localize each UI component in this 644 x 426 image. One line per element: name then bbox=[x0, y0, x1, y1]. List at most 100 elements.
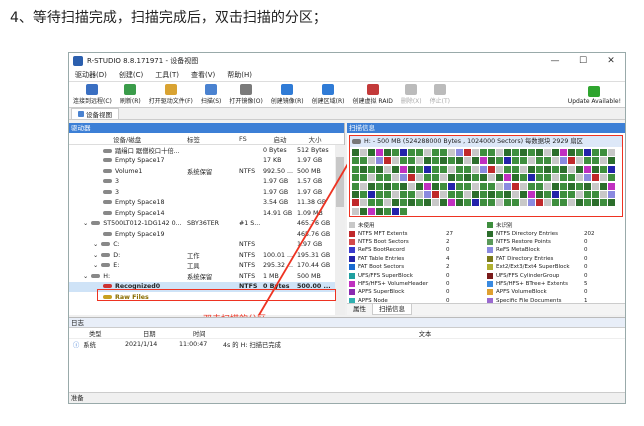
col-label[interactable]: 标签 bbox=[187, 134, 239, 144]
disk-block bbox=[504, 149, 511, 156]
disk-icon bbox=[103, 179, 112, 184]
toolbar-button[interactable]: 打开镜像(O) bbox=[225, 84, 266, 107]
menu-item[interactable]: 创建(C) bbox=[113, 70, 149, 80]
disk-block bbox=[360, 207, 367, 215]
disk-block bbox=[544, 157, 551, 165]
table-row[interactable]: ⌄ C: NTFS 1.97 GB bbox=[69, 240, 344, 251]
drives-panel: 驱动器 设备/磁盘 标签 FS 启动 大小 踏缉口 踞僧校口十倍... 0 Byt… bbox=[69, 123, 345, 315]
disk-block bbox=[496, 157, 503, 165]
chevron-icon[interactable]: ⌄ bbox=[93, 262, 98, 269]
chevron-icon[interactable]: ⌄ bbox=[93, 241, 98, 248]
log-row[interactable]: ⓘ 系统 2021/1/14 11:00:47 4s 的 H: 扫描已完成 bbox=[69, 339, 625, 350]
table-row[interactable]: Empty Space18 3.54 GB 11.38 GB bbox=[69, 198, 344, 209]
toolbar-label: 创建区域(R) bbox=[311, 98, 345, 105]
toolbar-button[interactable]: 创建镜像(R) bbox=[267, 84, 308, 107]
scan-info-panel: 扫描信息 H: - 500 MB (524288000 Bytes , 1024… bbox=[347, 123, 625, 315]
table-row[interactable]: 3 1.97 GB 1.57 GB bbox=[69, 177, 344, 188]
log-col-time[interactable]: 时间 bbox=[179, 329, 223, 338]
disk-block bbox=[560, 199, 567, 207]
disk-block bbox=[480, 157, 487, 165]
minimize-button[interactable]: — bbox=[541, 56, 569, 66]
col-start[interactable]: 启动 bbox=[263, 134, 297, 144]
table-row[interactable]: ⌄ ST500LT012-1DG142 0... SBY36TER #1 S... 46… bbox=[69, 219, 344, 230]
device-name: ST500LT012-1DG142 0... bbox=[103, 220, 182, 228]
log-col-text[interactable]: 文本 bbox=[223, 329, 625, 338]
toolbar-button[interactable]: 创建区域(R) bbox=[308, 84, 349, 107]
maximize-button[interactable]: ☐ bbox=[569, 56, 597, 66]
cell-device: ⌄ D: bbox=[69, 252, 187, 259]
disk-block bbox=[560, 165, 567, 173]
tab-properties[interactable]: 属性 bbox=[347, 304, 372, 315]
vertical-scrollbar[interactable] bbox=[335, 145, 345, 315]
col-fs[interactable]: FS bbox=[239, 135, 263, 143]
legend-label: NTFS MFT Extents bbox=[358, 230, 408, 237]
disk-block bbox=[368, 165, 375, 173]
disk-block bbox=[440, 190, 447, 198]
menu-item[interactable]: 工具(T) bbox=[149, 70, 185, 80]
chevron-icon[interactable]: ⌄ bbox=[93, 252, 98, 259]
legend-label: UFS/FFS CylinderGroup bbox=[496, 272, 560, 279]
disk-block bbox=[360, 199, 367, 207]
disk-block bbox=[400, 199, 407, 207]
table-row[interactable]: ⌄ H: 系统保留 NTFS 1 MB 500 MB bbox=[69, 271, 344, 282]
log-panel: 日志 类型 日期 时间 文本 ⓘ 系统 2021/1/14 11:00:47 4s 的 … bbox=[69, 317, 625, 393]
toolbar-button[interactable]: 连接到远程(C) bbox=[69, 84, 116, 107]
disk-block bbox=[360, 174, 367, 182]
tab-scan-info[interactable]: 扫描信息 bbox=[372, 304, 412, 315]
block-map[interactable] bbox=[352, 149, 620, 215]
menu-item[interactable]: 驱动器(D) bbox=[69, 70, 113, 80]
disk-block bbox=[448, 149, 455, 156]
legend-label: FAT Table Entries bbox=[358, 255, 405, 262]
app-logo-icon bbox=[73, 56, 83, 66]
table-row[interactable]: 踏缉口 踞僧校口十倍... 0 Bytes 512 Bytes bbox=[69, 145, 344, 156]
table-row[interactable]: Empty Space17 17 KB 1.97 GB bbox=[69, 156, 344, 167]
toolbar-button[interactable]: 创建虚拟 RAID bbox=[349, 84, 397, 107]
toolbar-button[interactable]: 扫描(S) bbox=[197, 84, 226, 107]
disk-block bbox=[480, 182, 487, 190]
disk-block bbox=[584, 157, 591, 165]
disk-block bbox=[608, 165, 615, 173]
disk-block bbox=[424, 149, 431, 156]
menu-item[interactable]: 查看(V) bbox=[185, 70, 221, 80]
disk-block bbox=[600, 165, 607, 173]
disk-block bbox=[440, 199, 447, 207]
legend-swatch bbox=[487, 230, 493, 237]
disk-block bbox=[376, 199, 383, 207]
disk-block bbox=[416, 157, 423, 165]
disk-block bbox=[520, 149, 527, 156]
table-row[interactable]: 3 1.97 GB 1.97 GB bbox=[69, 187, 344, 198]
menu-item[interactable]: 帮助(H) bbox=[221, 70, 258, 80]
toolbar-button[interactable]: 打开驱动文件(F) bbox=[145, 84, 197, 107]
legend-count: 2 bbox=[446, 264, 450, 271]
disk-block bbox=[432, 190, 439, 198]
col-size[interactable]: 大小 bbox=[297, 134, 333, 144]
log-header: 日志 bbox=[69, 318, 625, 328]
col-device[interactable]: 设备/磁盘 bbox=[69, 134, 187, 144]
disk-block bbox=[464, 157, 471, 165]
cell-label: 系统保留 bbox=[187, 273, 213, 281]
table-row[interactable]: ⌄ E: 工具 NTFS 295.32 ... 170.44 GB bbox=[69, 261, 344, 272]
status-bar: 准备 bbox=[69, 392, 625, 403]
disk-block bbox=[416, 182, 423, 190]
table-row[interactable]: Empty Space19 465.76 GB bbox=[69, 229, 344, 240]
table-row[interactable]: Empty Space14 14.91 GB 1.09 MB bbox=[69, 208, 344, 219]
log-col-date[interactable]: 日期 bbox=[125, 329, 179, 338]
table-row[interactable]: ⌄ D: 工作 NTFS 100.01 ... 195.31 GB bbox=[69, 250, 344, 261]
scrollbar-thumb[interactable] bbox=[336, 157, 344, 207]
toolbar-button[interactable]: 刷新(R) bbox=[116, 84, 145, 107]
tab-device-view[interactable]: 设备视图 bbox=[71, 108, 119, 119]
chevron-icon[interactable]: ⌄ bbox=[83, 220, 88, 227]
disk-block bbox=[576, 174, 583, 182]
cell-size: 465.76 GB bbox=[297, 220, 331, 228]
table-row[interactable]: Volume1 系统保留 NTFS 992.50 ... 500 MB bbox=[69, 166, 344, 177]
toolbar-button[interactable]: Update Available! bbox=[564, 86, 625, 107]
cell-device: 踏缉口 踞僧校口十倍... bbox=[69, 146, 187, 155]
cell-device: Empty Space18 bbox=[69, 199, 187, 206]
disk-block bbox=[464, 165, 471, 173]
log-col-type[interactable]: 类型 bbox=[69, 329, 125, 338]
chevron-icon[interactable]: ⌄ bbox=[83, 273, 88, 280]
disk-block bbox=[384, 182, 391, 190]
legend-swatch bbox=[349, 280, 355, 287]
disk-block bbox=[392, 207, 399, 215]
close-button[interactable]: ✕ bbox=[597, 56, 625, 66]
